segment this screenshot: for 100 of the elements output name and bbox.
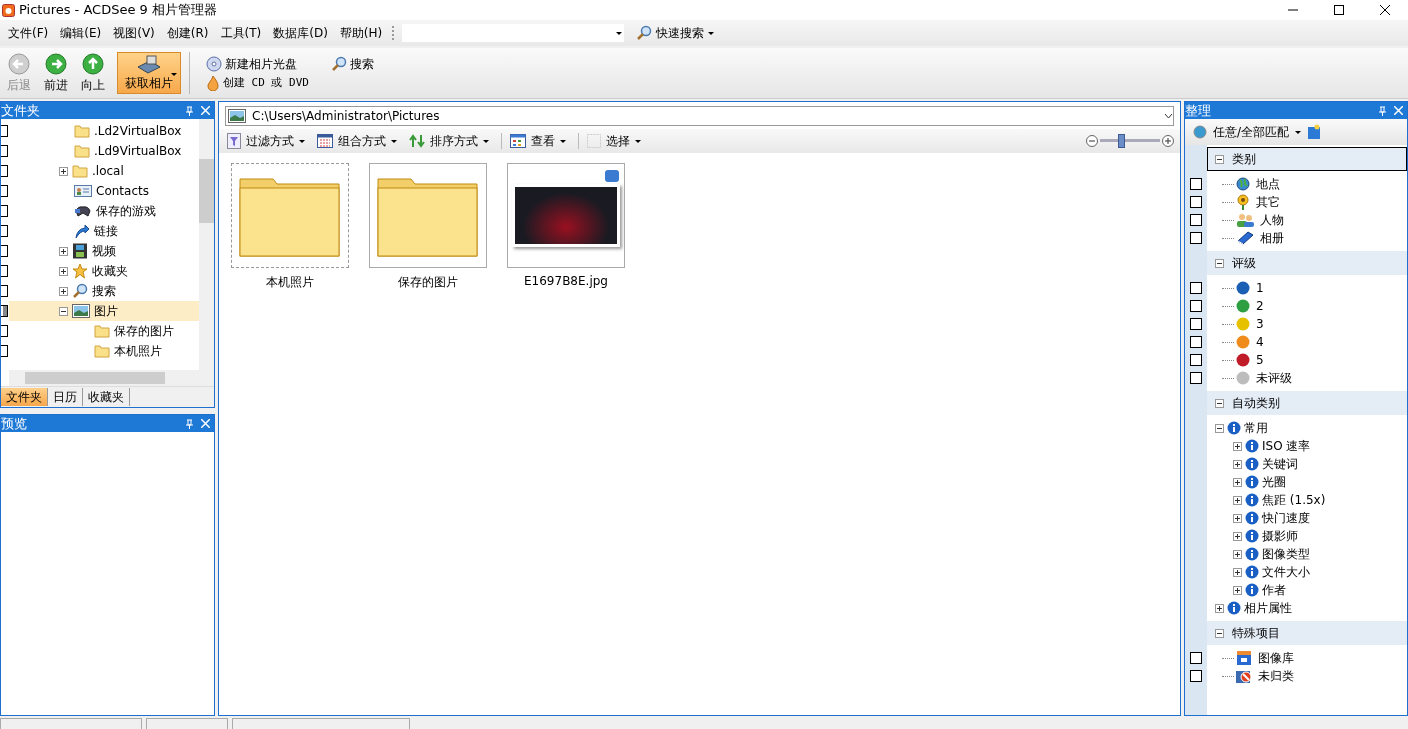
expand-icon[interactable] bbox=[59, 266, 68, 276]
checkbox[interactable] bbox=[1190, 670, 1202, 682]
tree-item[interactable]: .Ld9VirtualBox bbox=[59, 141, 199, 161]
category-label[interactable]: 2 bbox=[1256, 299, 1264, 313]
tree-item[interactable]: 视频 bbox=[59, 241, 199, 261]
close-icon[interactable] bbox=[198, 416, 212, 431]
category-label[interactable]: 人物 bbox=[1260, 211, 1284, 229]
category-label[interactable]: 关键词 bbox=[1262, 455, 1298, 473]
create-cd-dvd-button[interactable]: 创建 CD 或 DVD bbox=[206, 74, 309, 91]
menu-item[interactable]: 创建(R) bbox=[160, 24, 215, 42]
close-icon[interactable] bbox=[1391, 103, 1405, 118]
tree-item[interactable]: 链接 bbox=[59, 221, 199, 241]
view-menu-button[interactable]: 查看 bbox=[510, 132, 574, 150]
tree-item[interactable]: 保存的游戏 bbox=[59, 201, 199, 221]
category-label[interactable]: 图像库 bbox=[1258, 649, 1294, 667]
checkbox[interactable] bbox=[1, 125, 8, 137]
thumbnail[interactable] bbox=[231, 163, 349, 268]
checkbox[interactable] bbox=[1190, 372, 1202, 384]
address-field[interactable]: C:\Users\Administrator\Pictures bbox=[225, 106, 1174, 126]
checkbox[interactable] bbox=[1, 245, 8, 257]
expand-icon[interactable] bbox=[59, 286, 68, 296]
search-button[interactable]: 搜索 bbox=[331, 55, 374, 73]
menu-item[interactable]: 文件(F) bbox=[2, 24, 55, 42]
category-label[interactable]: 图像类型 bbox=[1262, 545, 1310, 563]
panel-tab[interactable]: 收藏夹 bbox=[83, 388, 130, 406]
category-label[interactable]: 4 bbox=[1256, 335, 1264, 349]
category-label[interactable]: 常用 bbox=[1244, 419, 1268, 437]
slider-thumb[interactable] bbox=[1118, 134, 1125, 148]
horizontal-scrollbar[interactable] bbox=[9, 370, 214, 386]
category-label[interactable]: 5 bbox=[1256, 353, 1264, 367]
collapse-icon[interactable] bbox=[1215, 423, 1224, 433]
tree-item[interactable]: 保存的图片 bbox=[79, 321, 199, 341]
section-header[interactable]: 评级 bbox=[1207, 251, 1407, 275]
tree-item[interactable]: Contacts bbox=[59, 181, 199, 201]
close-icon[interactable] bbox=[198, 103, 212, 118]
forward-button[interactable]: 前进 bbox=[37, 52, 74, 94]
acquire-photos-button[interactable]: 获取相片 bbox=[117, 52, 181, 94]
expand-icon[interactable] bbox=[1233, 513, 1242, 523]
menu-item[interactable]: 视图(V) bbox=[107, 24, 161, 42]
select-menu-button[interactable]: 选择 bbox=[587, 132, 649, 150]
tree-item[interactable]: .local bbox=[59, 161, 199, 181]
up-button[interactable]: 向上 bbox=[74, 52, 111, 94]
category-label[interactable]: 文件大小 bbox=[1262, 563, 1310, 581]
checkbox[interactable] bbox=[1190, 354, 1202, 366]
checkbox[interactable] bbox=[1, 185, 8, 197]
category-label[interactable]: 摄影师 bbox=[1262, 527, 1298, 545]
checkbox[interactable] bbox=[1190, 282, 1202, 294]
category-label[interactable]: ISO 速率 bbox=[1262, 437, 1311, 455]
checkbox[interactable] bbox=[1190, 336, 1202, 348]
checkbox[interactable] bbox=[1, 325, 8, 337]
collapse-icon[interactable] bbox=[1215, 398, 1224, 408]
checkbox[interactable] bbox=[1, 345, 8, 357]
tree-item[interactable]: 图片 bbox=[9, 301, 199, 321]
expand-icon[interactable] bbox=[59, 246, 68, 256]
expand-icon[interactable] bbox=[1215, 603, 1224, 613]
expand-icon[interactable] bbox=[1233, 495, 1242, 505]
checkbox[interactable] bbox=[1190, 300, 1202, 312]
expand-icon[interactable] bbox=[1233, 441, 1242, 451]
category-label[interactable]: 1 bbox=[1256, 281, 1264, 295]
expand-icon[interactable] bbox=[1233, 549, 1242, 559]
checkbox[interactable] bbox=[1190, 318, 1202, 330]
collapse-icon[interactable] bbox=[1215, 628, 1224, 638]
collapse-icon[interactable] bbox=[1215, 154, 1224, 164]
thumbnail[interactable] bbox=[507, 163, 625, 268]
expand-icon[interactable] bbox=[1233, 459, 1242, 469]
category-label[interactable]: 光圈 bbox=[1262, 473, 1286, 491]
expand-icon[interactable] bbox=[1233, 477, 1242, 487]
tree-item[interactable]: 收藏夹 bbox=[59, 261, 199, 281]
search-combo-field[interactable] bbox=[402, 24, 625, 42]
expand-icon[interactable] bbox=[59, 166, 68, 176]
group-menu-button[interactable]: 组合方式 bbox=[317, 132, 405, 150]
collapse-icon[interactable] bbox=[1215, 258, 1224, 268]
collapse-icon[interactable] bbox=[59, 306, 68, 316]
category-label[interactable]: 相片属性 bbox=[1244, 599, 1292, 617]
checkbox[interactable] bbox=[1, 165, 8, 177]
checkbox[interactable] bbox=[1190, 232, 1202, 244]
category-label[interactable]: 未归类 bbox=[1258, 667, 1294, 685]
category-label[interactable]: 3 bbox=[1256, 317, 1264, 331]
filter-menu-button[interactable]: 过滤方式 bbox=[227, 132, 313, 150]
thumbnail[interactable] bbox=[369, 163, 487, 268]
checkbox[interactable] bbox=[1, 225, 8, 237]
section-header[interactable]: 类别 bbox=[1207, 147, 1407, 171]
category-label[interactable]: 其它 bbox=[1256, 193, 1280, 211]
checkbox[interactable] bbox=[1, 145, 8, 157]
category-label[interactable]: 相册 bbox=[1260, 229, 1284, 247]
tree-item[interactable]: 本机照片 bbox=[79, 341, 199, 361]
new-photo-disc-button[interactable]: 新建相片光盘 bbox=[206, 55, 309, 73]
menu-item[interactable]: 帮助(H) bbox=[333, 24, 389, 42]
panel-tab[interactable]: 文件夹 bbox=[1, 388, 48, 406]
checkbox[interactable] bbox=[1190, 178, 1202, 190]
expand-icon[interactable] bbox=[1233, 531, 1242, 541]
category-label[interactable]: 未评级 bbox=[1256, 369, 1292, 387]
section-header[interactable]: 特殊项目 bbox=[1207, 621, 1407, 645]
menu-item[interactable]: 数据库(D) bbox=[267, 24, 334, 42]
checkbox[interactable] bbox=[1, 305, 8, 317]
section-header[interactable]: 自动类别 bbox=[1207, 391, 1407, 415]
expand-icon[interactable] bbox=[1233, 585, 1242, 595]
checkbox[interactable] bbox=[1, 205, 8, 217]
panel-tab[interactable]: 日历 bbox=[48, 388, 83, 406]
category-label[interactable]: 焦距 (1.5x) bbox=[1262, 491, 1326, 509]
